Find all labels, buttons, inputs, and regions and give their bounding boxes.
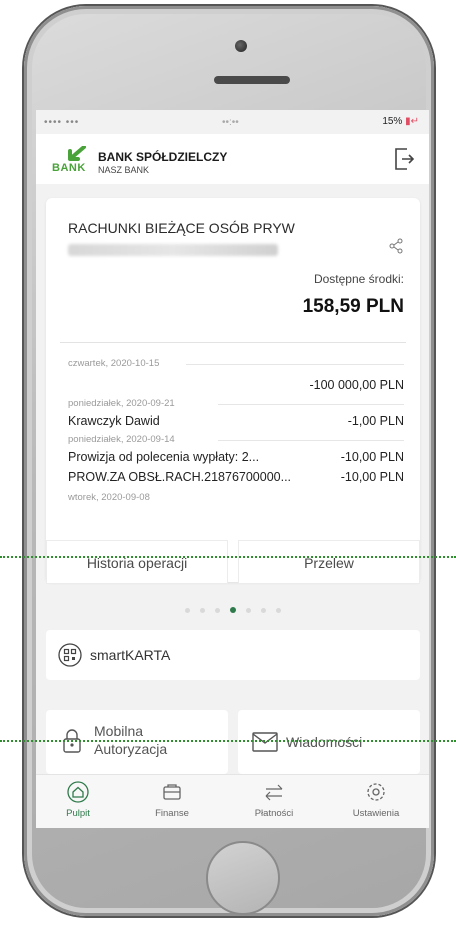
highlight-line-top bbox=[0, 556, 456, 558]
pager-dot[interactable] bbox=[184, 608, 190, 613]
transfer-button[interactable]: Przelew bbox=[238, 540, 420, 584]
mobile-authorization-tile[interactable]: Mobilna Autoryzacja bbox=[46, 710, 228, 774]
earpiece-speaker bbox=[214, 76, 290, 84]
available-funds-label: Dostępne środki: bbox=[313, 272, 404, 286]
battery-percent: 15% bbox=[382, 116, 403, 127]
bank-subname: NASZ BANK bbox=[98, 165, 150, 175]
phone-screen: •••• ••• ••:•• 15% ▮↵ BANK BANK SPÓŁDZIE… bbox=[36, 110, 429, 828]
logout-icon[interactable] bbox=[393, 146, 415, 172]
envelope-icon bbox=[252, 732, 278, 752]
qr-code-icon bbox=[58, 643, 82, 667]
nav-pulpit[interactable]: Pulpit bbox=[38, 781, 118, 819]
battery-indicator: 15% ▮↵ bbox=[382, 116, 419, 127]
app-header: BANK BANK SPÓŁDZIELCZY NASZ BANK bbox=[36, 134, 429, 184]
highlight-line-bottom bbox=[0, 740, 456, 742]
transaction-date: poniedziałek, 2020-09-21 bbox=[68, 398, 404, 409]
home-button[interactable] bbox=[206, 841, 280, 915]
nav-ustawienia[interactable]: Ustawienia bbox=[336, 781, 416, 819]
pager-dot[interactable] bbox=[229, 607, 236, 613]
divider bbox=[60, 342, 406, 343]
pager-dot[interactable] bbox=[245, 608, 251, 613]
pager-dot[interactable] bbox=[260, 608, 266, 613]
transaction-amount: -10,00 PLN bbox=[340, 450, 404, 464]
messages-label: Wiadomości bbox=[286, 734, 363, 750]
nav-finanse[interactable]: Finanse bbox=[132, 781, 212, 819]
wallet-icon bbox=[163, 784, 181, 800]
transaction-amount: -10,00 PLN bbox=[340, 470, 404, 484]
transaction-row[interactable]: PROW.ZA OBSŁ.RACH.21876700000... -10,00 … bbox=[68, 470, 404, 484]
messages-tile[interactable]: Wiadomości bbox=[238, 710, 420, 774]
gear-icon bbox=[367, 783, 385, 801]
nav-platnosci[interactable]: Płatności bbox=[234, 781, 314, 819]
pager-dot[interactable] bbox=[214, 608, 220, 613]
transaction-date: poniedziałek, 2020-09-14 bbox=[68, 434, 404, 445]
account-actions: Historia operacji Przelew bbox=[46, 540, 420, 584]
transaction-name: Prowizja od polecenia wypłaty: 2... bbox=[68, 450, 260, 464]
transaction-date: wtorek, 2020-09-08 bbox=[68, 492, 150, 503]
available-funds-amount: 158,59 PLN bbox=[302, 296, 404, 317]
pager-dot[interactable] bbox=[199, 608, 205, 613]
smartkarta-tile[interactable]: smartKARTA bbox=[46, 630, 420, 680]
status-bar: •••• ••• ••:•• 15% ▮↵ bbox=[36, 110, 429, 134]
transaction-date: czwartek, 2020-10-15 bbox=[68, 358, 404, 369]
transaction-name: Krawczyk Dawid bbox=[68, 414, 160, 428]
account-number-blurred bbox=[68, 244, 278, 256]
smartkarta-label: smartKARTA bbox=[90, 647, 171, 663]
share-icon[interactable] bbox=[388, 238, 404, 254]
transaction-row[interactable]: Krawczyk Dawid -1,00 PLN bbox=[68, 414, 404, 428]
logo-text: BANK bbox=[52, 162, 86, 174]
transaction-row[interactable]: Prowizja od polecenia wypłaty: 2... -10,… bbox=[68, 450, 404, 464]
transfer-arrows-icon bbox=[265, 784, 283, 801]
bottom-navigation: Pulpit Finanse Płatności Ustawienia bbox=[36, 774, 429, 828]
bank-logo: BANK bbox=[52, 146, 86, 174]
pager-dot[interactable] bbox=[275, 608, 281, 613]
bank-name: BANK SPÓŁDZIELCZY bbox=[98, 150, 228, 164]
front-camera bbox=[235, 40, 247, 52]
account-title: RACHUNKI BIEŻĄCE OSÓB PRYW bbox=[68, 220, 295, 236]
history-button[interactable]: Historia operacji bbox=[46, 540, 228, 584]
carrier-text: •••• ••• bbox=[44, 117, 80, 128]
charging-icon: ▮↵ bbox=[405, 116, 419, 127]
transaction-amount: -1,00 PLN bbox=[347, 414, 404, 428]
clock-text: ••:•• bbox=[222, 117, 239, 128]
account-card[interactable]: RACHUNKI BIEŻĄCE OSÓB PRYW Dostępne środ… bbox=[46, 198, 420, 582]
carousel-pager bbox=[36, 607, 429, 615]
transaction-name: PROW.ZA OBSŁ.RACH.21876700000... bbox=[68, 470, 292, 484]
home-icon bbox=[67, 781, 89, 803]
transaction-amount: -100 000,00 PLN bbox=[309, 378, 404, 392]
